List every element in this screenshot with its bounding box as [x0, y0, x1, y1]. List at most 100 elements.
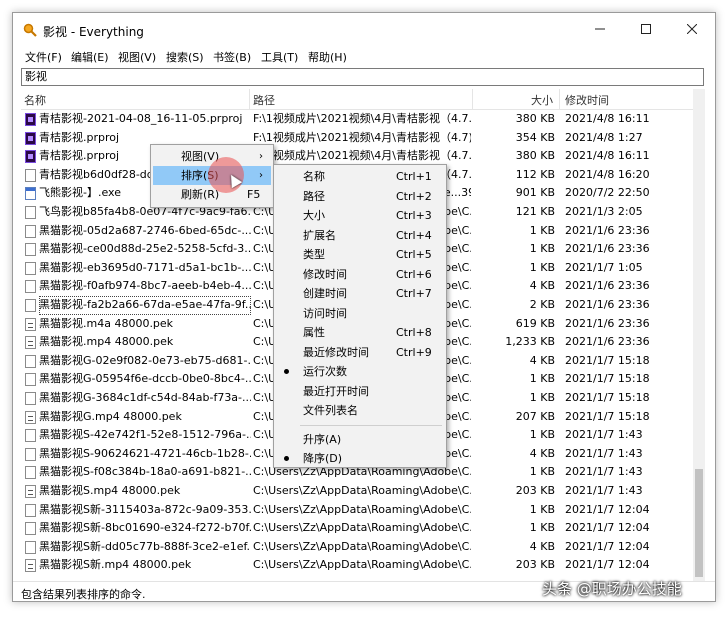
file-date: 2021/4/8 16:11 — [565, 149, 650, 163]
menu-file[interactable]: 文件(F) — [25, 49, 62, 65]
maximize-button[interactable] — [623, 13, 669, 47]
file-icon — [25, 522, 36, 536]
file-icon — [25, 168, 36, 182]
minimize-button[interactable] — [577, 13, 623, 47]
table-row[interactable]: 青桔影视.prproj F:\1视频成片\2021视频\4月\青桔影视（4.7) 3… — [21, 129, 693, 148]
table-row[interactable]: 青桔影视-2021-04-08_16-11-05.prproj F:\1视频成片\… — [21, 110, 693, 129]
premiere-icon — [25, 131, 36, 145]
chevron-right-icon: › — [259, 170, 263, 181]
column-date[interactable]: 修改时间 — [565, 92, 609, 108]
file-size: 121 KB — [515, 205, 555, 218]
sort-option[interactable]: 路径 Ctrl+2 — [276, 187, 444, 206]
file-size: 4 KB — [529, 279, 555, 293]
column-size[interactable]: 大小 — [531, 92, 553, 108]
table-row[interactable]: 黑猫影视S新-dd05c77b-888f-3ce2-e1ef... C:\User… — [21, 538, 693, 557]
window-title: 影视 - Everything — [43, 25, 144, 39]
file-date: 2021/1/7 1:43 — [565, 484, 643, 497]
file-size: 4 KB — [529, 353, 555, 367]
column-divider[interactable] — [559, 89, 560, 109]
menu-bar: 文件(F) 编辑(E) 视图(V) 搜索(S) 书签(B) 工具(T) 帮助(H… — [13, 47, 715, 67]
sort-option[interactable]: 最近修改时间 Ctrl+9 — [276, 343, 444, 362]
close-icon — [686, 23, 698, 35]
menu-bookmarks[interactable]: 书签(B) — [213, 49, 251, 65]
exe-icon — [25, 187, 36, 201]
file-size: 380 KB — [515, 149, 555, 163]
file-date: 2021/1/6 23:36 — [565, 223, 650, 237]
file-date: 2021/1/3 2:05 — [565, 205, 643, 218]
sort-option[interactable]: 创建时间 Ctrl+7 — [276, 284, 444, 303]
sort-option[interactable]: 运行次数 — [276, 362, 444, 381]
sort-option[interactable]: 文件列表名 — [276, 401, 444, 420]
file-size: 1 KB — [529, 391, 555, 404]
premiere-icon — [25, 150, 36, 164]
menu-separator — [300, 424, 442, 426]
sort-option[interactable]: 访问时间 — [276, 304, 444, 323]
sort-option[interactable]: 最近打开时间 — [276, 382, 444, 401]
file-size: 380 KB — [515, 112, 555, 125]
file-name: 黑猫影视.m4a 48000.pek — [39, 316, 174, 330]
column-divider[interactable] — [472, 89, 473, 109]
file-size: 203 KB — [515, 484, 555, 497]
file-icon — [25, 280, 36, 294]
file-date: 2021/1/7 1:05 — [565, 260, 643, 274]
menu-edit[interactable]: 编辑(E) — [71, 49, 109, 65]
radio-bullet-icon — [284, 456, 289, 461]
column-name[interactable]: 名称 — [24, 92, 46, 108]
file-path: C:\Users\Zz\AppData\Roaming\Adobe\C... — [253, 539, 471, 553]
close-button[interactable] — [669, 13, 715, 47]
file-size: 4 KB — [529, 539, 555, 553]
premiere-icon — [25, 113, 36, 126]
file-date: 2021/1/7 1:43 — [565, 428, 643, 442]
file-date: 2021/1/6 23:36 — [565, 279, 650, 293]
context-menu-refresh[interactable]: 刷新(R) F5 — [153, 185, 271, 204]
file-icon — [25, 373, 36, 387]
vertical-scrollbar[interactable] — [693, 89, 705, 582]
column-divider[interactable] — [249, 89, 250, 109]
scrollbar-thumb[interactable] — [695, 469, 703, 577]
menu-help[interactable]: 帮助(H) — [308, 49, 347, 65]
sort-option[interactable]: 属性 Ctrl+8 — [276, 323, 444, 342]
file-date: 2021/4/8 1:27 — [565, 130, 643, 144]
table-row[interactable]: 黑猫影视S新.mp4 48000.pek C:\Users\Zz\AppData\… — [21, 556, 693, 575]
file-size: 1,233 KB — [505, 335, 555, 349]
search-input[interactable]: 影视 — [21, 68, 704, 86]
file-date: 2021/1/7 1:43 — [565, 446, 643, 460]
sort-option[interactable]: 类型 Ctrl+5 — [276, 245, 444, 264]
maximize-icon — [641, 24, 651, 34]
file-name: 黑猫影视S新-dd05c77b-888f-3ce2-e1ef... — [39, 539, 251, 553]
file-date: 2021/4/8 16:11 — [565, 112, 650, 125]
menu-search[interactable]: 搜索(S) — [166, 49, 204, 65]
sort-option[interactable]: 扩展名 Ctrl+4 — [276, 226, 444, 245]
file-name: 黑猫影视S新.mp4 48000.pek — [39, 558, 192, 572]
file-icon — [25, 503, 36, 517]
file-path: F:\1视频成片\2021视频\4月\青桔影视（4.7) — [253, 130, 471, 144]
sort-option[interactable]: 名称 Ctrl+1 — [276, 167, 444, 186]
file-name: 黑猫影视S新-8bc01690-e324-f272-b70f... — [39, 521, 251, 535]
file-name: 黑猫影视S-f08c384b-18a0-a691-b821-... — [39, 465, 251, 479]
table-row[interactable]: 黑猫影视S新-3115403a-872c-9a09-353... C:\Users… — [21, 501, 693, 520]
chevron-right-icon: › — [259, 151, 263, 162]
menu-view[interactable]: 视图(V) — [118, 49, 156, 65]
radio-bullet-icon — [284, 369, 289, 374]
file-size: 1 KB — [529, 242, 555, 256]
sort-option[interactable]: 降序(D) — [276, 449, 444, 468]
file-icon — [25, 243, 36, 257]
table-row[interactable]: 黑猫影视S新-8bc01690-e324-f272-b70f... C:\User… — [21, 519, 693, 538]
sort-option[interactable]: 升序(A) — [276, 430, 444, 449]
table-row[interactable]: 青桔影视.prproj F:\1视频成片\2021视频\4月\青桔影视（4.7..… — [21, 147, 693, 166]
table-row[interactable]: 黑猫影视S.mp4 48000.pek C:\Users\Zz\AppData\R… — [21, 482, 693, 501]
file-date: 2021/1/6 23:36 — [565, 298, 650, 311]
file-size: 1 KB — [529, 465, 555, 479]
file-size: 203 KB — [515, 558, 555, 572]
file-icon — [25, 354, 36, 368]
file-size: 112 KB — [515, 167, 555, 181]
sort-option[interactable]: 大小 Ctrl+3 — [276, 206, 444, 225]
sort-option[interactable]: 修改时间 Ctrl+6 — [276, 265, 444, 284]
file-name: 黑猫影视.mp4 48000.pek — [39, 335, 174, 349]
column-path[interactable]: 路径 — [253, 92, 275, 108]
file-icon — [25, 261, 36, 275]
file-path: C:\Users\Zz\AppData\Roaming\Adobe\C... — [253, 521, 471, 535]
menu-tools[interactable]: 工具(T) — [261, 49, 298, 65]
magnifier-app-icon — [23, 23, 37, 37]
title-bar[interactable]: 影视 - Everything — [13, 13, 715, 47]
